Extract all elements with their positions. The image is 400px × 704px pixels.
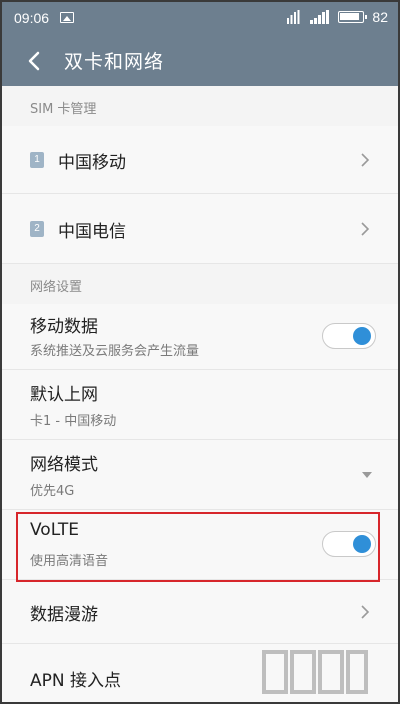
chevron-right-icon [361, 222, 370, 236]
network-mode-title: 网络模式 [30, 455, 98, 475]
sim-item-label: 中国移动 [58, 153, 126, 173]
chevron-left-icon[interactable] [24, 50, 46, 72]
section-header-network: 网络设置 [2, 264, 398, 304]
apn-title: APN 接入点 [30, 671, 122, 691]
chevron-right-icon [361, 605, 370, 619]
volte-title: VoLTE [30, 520, 79, 540]
mobile-data-row[interactable]: 移动数据 系统推送及云服务会产生流量 [2, 304, 398, 370]
volte-toggle[interactable] [322, 531, 376, 557]
default-internet-subtitle: 卡1 - 中国移动 [30, 414, 117, 429]
sim-card-2-icon: 2 [30, 221, 44, 237]
sim-item-2[interactable]: 2 中国电信 [2, 194, 398, 264]
data-roaming-title: 数据漫游 [30, 605, 98, 625]
sim-card-1-icon: 1 [30, 152, 44, 168]
sim-item-label: 中国电信 [58, 222, 126, 242]
dropdown-arrow-icon [362, 472, 372, 478]
status-icons: 82 [286, 9, 388, 25]
default-internet-title: 默认上网 [30, 385, 98, 405]
mobile-data-subtitle: 系统推送及云服务会产生流量 [30, 344, 200, 359]
mobile-data-title: 移动数据 [30, 317, 98, 337]
title-bar: 双卡和网络 [2, 36, 398, 86]
volte-row[interactable]: VoLTE 使用高清语音 [2, 510, 398, 580]
status-bar: 09:06 82 [2, 2, 398, 36]
status-time: 09:06 [14, 10, 50, 26]
chevron-right-icon [361, 153, 370, 167]
phone-screen: 09:06 82 双卡和网络 SIM 卡管理 1 中国移动 2 中国电信 网络设… [0, 0, 400, 704]
network-mode-row[interactable]: 网络模式 优先4G [2, 440, 398, 510]
battery-icon [338, 11, 368, 23]
battery-level: 82 [372, 9, 388, 25]
image-icon [60, 12, 74, 23]
toggle-knob [353, 327, 371, 345]
network-mode-subtitle: 优先4G [30, 484, 75, 499]
toggle-knob [353, 535, 371, 553]
mobile-data-toggle[interactable] [322, 323, 376, 349]
sim-item-1[interactable]: 1 中国移动 [2, 126, 398, 194]
volte-subtitle: 使用高清语音 [30, 554, 109, 569]
signal-icon [310, 10, 330, 24]
watermark-logo [262, 650, 368, 694]
wifi-icon [286, 10, 302, 24]
section-header-sim: SIM 卡管理 [2, 86, 398, 126]
default-internet-row[interactable]: 默认上网 卡1 - 中国移动 [2, 370, 398, 440]
page-title: 双卡和网络 [64, 51, 165, 73]
data-roaming-row[interactable]: 数据漫游 [2, 580, 398, 644]
settings-list: SIM 卡管理 1 中国移动 2 中国电信 网络设置 移动数据 系统推送及云服务… [2, 86, 398, 702]
